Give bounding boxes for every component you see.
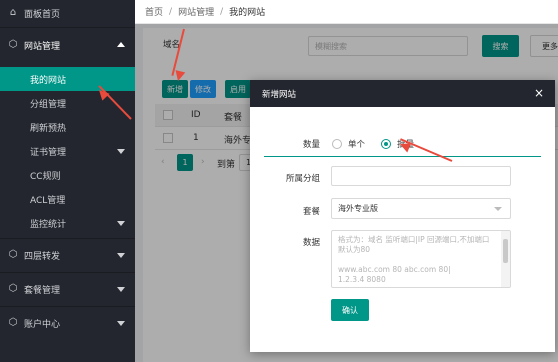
cube-icon: ⬡ [8, 283, 18, 294]
breadcrumb-home[interactable]: 首页 [145, 5, 163, 18]
chevron-down-icon [117, 149, 125, 154]
sidebar-item-label: 网站管理 [24, 41, 61, 52]
group-input[interactable] [331, 166, 511, 186]
cube-icon: ⬡ [8, 39, 18, 50]
sidebar-item-label: CC规则 [30, 171, 61, 182]
scrollbar-thumb[interactable] [503, 239, 508, 263]
data-textarea[interactable]: 格式为：域名 监听端口|IP 回源端口,不加端口默认为80 www.abc.co… [331, 230, 511, 288]
modal-title: 新增网站 [262, 89, 297, 100]
sidebar-item-label: 四层转发 [24, 251, 61, 262]
sidebar-item-label: 证书管理 [30, 147, 67, 158]
chevron-down-icon [117, 321, 125, 326]
sidebar-item-label: 账户中心 [24, 319, 61, 330]
sidebar-item-label: 刷新预热 [30, 123, 67, 134]
plan-label: 套餐 [302, 207, 320, 217]
sidebar-item-site-management[interactable]: ⬡ 网站管理 [0, 33, 135, 57]
modal-header: 新增网站 [250, 80, 555, 107]
sidebar-item-monitoring[interactable]: 监控统计 [0, 211, 135, 235]
sidebar-item-home[interactable]: ⌂ 面板首页 [0, 1, 135, 25]
sidebar-item-plan-management[interactable]: ⬡ 套餐管理 [0, 277, 135, 301]
chevron-down-icon [494, 207, 502, 211]
data-label: 数据 [302, 238, 320, 248]
chevron-down-icon [117, 287, 125, 292]
sidebar-item-label: 监控统计 [30, 219, 67, 230]
sidebar-item-my-sites[interactable]: 我的网站 [0, 67, 135, 91]
chevron-down-icon [117, 221, 125, 226]
close-icon[interactable]: × [533, 87, 545, 99]
chevron-down-icon [117, 253, 125, 258]
plan-select[interactable]: 海外专业版 [331, 198, 511, 219]
sidebar: ⌂ 面板首页 ⬡ 网站管理 我的网站 分组管理 刷新预热 证书管理 CC规则 A… [0, 0, 135, 362]
sidebar-item-label: 分组管理 [30, 99, 67, 110]
chevron-up-icon [117, 42, 125, 47]
sidebar-item-certificates[interactable]: 证书管理 [0, 139, 135, 163]
sidebar-item-label: 我的网站 [30, 75, 67, 86]
radio-single-label: 单个 [348, 140, 366, 150]
breadcrumb-site-management[interactable]: 网站管理 [178, 5, 214, 18]
confirm-button[interactable]: 确认 [331, 299, 369, 321]
cube-icon: ⬡ [8, 249, 18, 260]
textarea-scrollbar[interactable] [501, 231, 510, 287]
breadcrumb: 首页 / 网站管理 / 我的网站 [135, 0, 558, 24]
sidebar-item-label: 套餐管理 [24, 285, 61, 296]
sidebar-item-account[interactable]: ⬡ 账户中心 [0, 311, 135, 335]
active-divider [264, 156, 541, 157]
quantity-label: 数量 [302, 140, 320, 150]
radio-batch[interactable] [381, 139, 391, 149]
add-site-modal: 新增网站 × 数量 单个 批量 所属分组 套餐 海外专业版 数据 格式为：域名 … [250, 80, 555, 352]
sidebar-item-acl[interactable]: ACL管理 [0, 187, 135, 211]
sidebar-item-label: ACL管理 [30, 195, 66, 206]
radio-single[interactable] [332, 139, 342, 149]
sidebar-item-l4-forward[interactable]: ⬡ 四层转发 [0, 243, 135, 267]
sidebar-item-label: 面板首页 [24, 9, 61, 20]
quantity-single-option[interactable]: 单个 [332, 137, 365, 151]
plan-select-value: 海外专业版 [338, 204, 378, 213]
data-textarea-placeholder: 格式为：域名 监听端口|IP 回源端口,不加端口默认为80 www.abc.co… [338, 235, 490, 284]
breadcrumb-my-sites: 我的网站 [229, 8, 266, 18]
user-icon: ⬡ [8, 317, 18, 328]
sidebar-item-cc-rules[interactable]: CC规则 [0, 163, 135, 187]
group-label: 所属分组 [285, 174, 320, 184]
home-icon: ⌂ [9, 7, 17, 18]
sidebar-item-refresh-preheat[interactable]: 刷新预热 [0, 115, 135, 139]
